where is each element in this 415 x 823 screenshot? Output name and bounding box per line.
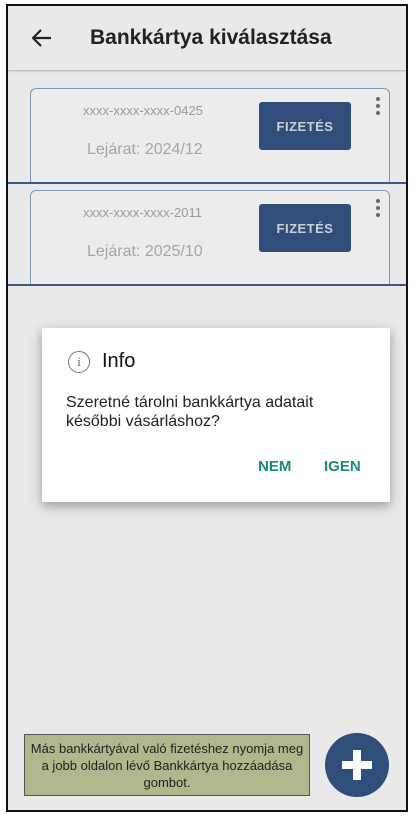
arrow-left-icon[interactable] (30, 26, 54, 50)
pay-button[interactable]: FIZETÉS (259, 102, 351, 150)
pay-button[interactable]: FIZETÉS (259, 204, 351, 252)
card-number: xxxx-xxxx-xxxx-0425 (83, 103, 203, 118)
phone-screen: Bankkártya kiválasztása xxxx-xxxx-xxxx-0… (6, 4, 408, 812)
info-dialog: i Info Szeretné tárolni bankkártya adata… (42, 328, 390, 502)
card-divider (8, 182, 406, 184)
card-expiry: Lejárat: 2025/10 (87, 243, 203, 260)
add-card-button[interactable] (325, 733, 389, 797)
app-bar: Bankkártya kiválasztása (8, 6, 406, 70)
no-button[interactable]: NEM (258, 458, 291, 475)
page-title: Bankkártya kiválasztása (90, 26, 332, 49)
plus-icon (342, 750, 372, 780)
dialog-message: Szeretné tárolni bankkártya adatait késő… (66, 394, 314, 430)
yes-button[interactable]: IGEN (324, 458, 361, 475)
info-icon: i (68, 350, 90, 373)
dialog-header: i Info (68, 350, 135, 373)
card-item: xxxx-xxxx-xxxx-0425 Lejárat: 2024/12 FIZ… (8, 88, 406, 184)
card-divider (8, 284, 406, 286)
dialog-title: Info (102, 350, 136, 372)
card-item: xxxx-xxxx-xxxx-2011 Lejárat: 2025/10 FIZ… (8, 190, 406, 286)
card-number: xxxx-xxxx-xxxx-2011 (83, 205, 202, 220)
card-expiry: Lejárat: 2024/12 (87, 141, 203, 158)
bank-card[interactable]: xxxx-xxxx-xxxx-2011 Lejárat: 2025/10 FIZ… (30, 190, 390, 284)
more-vert-icon[interactable] (375, 199, 381, 217)
bank-card[interactable]: xxxx-xxxx-xxxx-0425 Lejárat: 2024/12 FIZ… (30, 88, 390, 182)
hint-box: Más bankkártyával való fizetéshez nyomja… (24, 734, 310, 796)
more-vert-icon[interactable] (375, 97, 381, 115)
